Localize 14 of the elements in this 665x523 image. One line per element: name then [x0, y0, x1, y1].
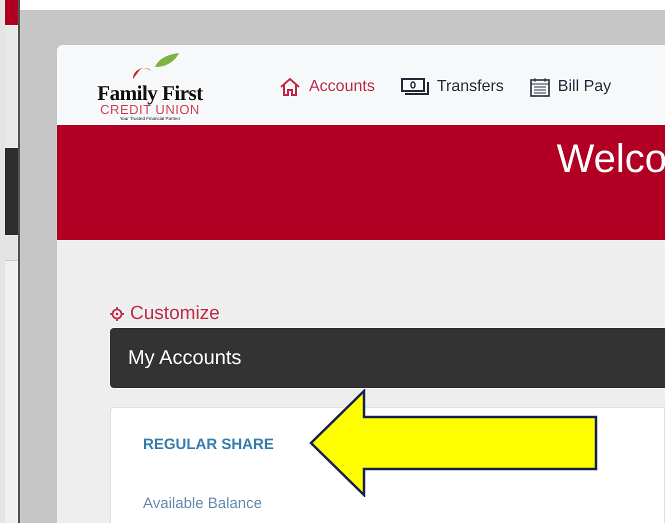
banner-title: Welco: [556, 137, 665, 182]
balance-label: Available Balance: [143, 495, 262, 512]
gear-icon: [110, 307, 124, 321]
banknote-icon: [400, 78, 429, 96]
nav-tab[interactable]: Accounts: [279, 78, 375, 96]
customize-link[interactable]: Customize: [110, 302, 220, 326]
section-header: My Accounts: [110, 328, 665, 388]
arrow-icon: [308, 389, 600, 497]
calendar-icon: [530, 78, 550, 96]
account-name[interactable]: REGULAR SHARE: [143, 436, 274, 453]
nav-tab[interactable]: Bill Pay: [530, 78, 612, 96]
logo-name: Family First: [97, 82, 203, 102]
nav-tab[interactable]: Transfers: [400, 78, 504, 96]
home-icon: [279, 78, 301, 96]
